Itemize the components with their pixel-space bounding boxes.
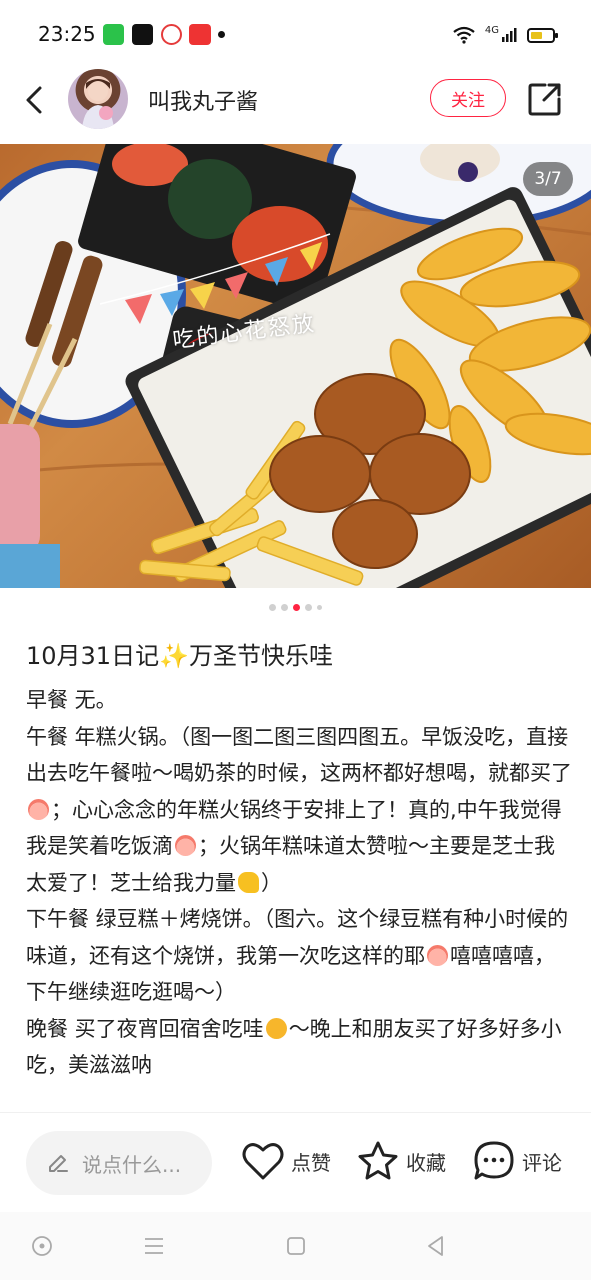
heart-icon xyxy=(242,1143,284,1180)
carousel-indicator xyxy=(0,600,591,614)
comment-bubble-icon xyxy=(474,1141,514,1180)
post-paragraph: 晚餐 买了夜宵回宿舍吃哇 ～晚上和朋友买了好多好多小吃，美滋滋呐 xyxy=(26,1011,574,1084)
share-icon[interactable] xyxy=(526,80,564,118)
wifi-icon xyxy=(453,26,475,44)
toutiao-app-icon xyxy=(189,24,211,45)
assistant-icon[interactable] xyxy=(30,1234,54,1258)
comment-button[interactable]: 评论 xyxy=(472,1140,562,1182)
pencil-icon xyxy=(49,1155,68,1172)
post-paragraph: 午餐 年糕火锅。（图一图二图三图四图五。早饭没吃，直接出去吃午餐啦～喝奶茶的时候… xyxy=(26,719,574,902)
network-type: 4G xyxy=(484,25,499,36)
paragraph-text: ） xyxy=(261,870,282,895)
paragraph-text: 早餐 无。 xyxy=(26,688,117,712)
peach-emoji-icon xyxy=(427,944,448,966)
iqiyi-app-icon xyxy=(103,24,124,45)
back-nav-icon[interactable] xyxy=(424,1234,448,1258)
carousel-dot xyxy=(317,604,322,610)
comment-label: 评论 xyxy=(522,1150,562,1175)
status-bar: 23:25 4G xyxy=(0,0,591,70)
post-header: 叫我丸子酱 关注 xyxy=(0,64,591,140)
muscle-emoji-icon xyxy=(238,871,259,893)
peach-emoji-icon xyxy=(28,798,49,820)
avatar[interactable] xyxy=(68,69,128,129)
comment-placeholder: 说点什么... xyxy=(82,1152,182,1177)
notification-dot xyxy=(218,31,225,38)
page-counter: 3/7 xyxy=(523,162,573,196)
battery-icon xyxy=(527,27,558,43)
signal-icon xyxy=(502,28,517,42)
like-button[interactable]: 点赞 xyxy=(241,1140,331,1182)
post-paragraph: 下午餐 绿豆糕＋烤烧饼。（图六。这个绿豆糕有种小时候的味道，还有这个烧饼，我第一… xyxy=(26,901,574,1011)
paragraph-text: 午餐 年糕火锅。（图一图二图三图四图五。早饭没吃，直接出去吃午餐啦～喝奶茶的时候… xyxy=(26,724,572,786)
status-indicators: 4G xyxy=(453,24,558,46)
status-time: 23:25 xyxy=(38,22,96,46)
favorite-label: 收藏 xyxy=(406,1150,446,1175)
carousel-dot-active xyxy=(293,603,300,611)
post-photo[interactable]: 吃的心花怒放 3/7 xyxy=(0,144,591,588)
home-icon[interactable] xyxy=(284,1234,308,1258)
paragraph-text: 晚餐 买了夜宵回宿舍吃哇 xyxy=(26,1016,264,1041)
like-label: 点赞 xyxy=(291,1150,331,1175)
carousel-dot xyxy=(269,603,276,611)
post-paragraph: 早餐 无。 xyxy=(26,682,574,719)
peach-emoji-icon xyxy=(175,835,196,856)
post-title: 10月31日记✨万圣节快乐哇 xyxy=(26,642,333,670)
sunglasses-emoji-icon xyxy=(265,1017,287,1039)
menu-icon[interactable] xyxy=(142,1234,166,1258)
food-photo-illustration xyxy=(0,144,591,588)
soul-app-icon xyxy=(132,24,153,45)
carousel-dot xyxy=(305,603,312,611)
comment-input[interactable]: 说点什么... xyxy=(26,1131,212,1195)
username[interactable]: 叫我丸子酱 xyxy=(148,84,258,116)
star-icon xyxy=(358,1141,398,1180)
carousel-dot xyxy=(281,603,288,611)
favorite-button[interactable]: 收藏 xyxy=(356,1140,446,1182)
post-body: 早餐 无。 午餐 年糕火锅。（图一图二图三图四图五。早饭没吃，直接出去吃午餐啦～… xyxy=(26,682,574,1084)
video-app-icon xyxy=(161,24,182,45)
back-icon[interactable] xyxy=(18,82,54,118)
follow-button[interactable]: 关注 xyxy=(430,79,506,117)
system-nav-bar xyxy=(0,1212,591,1280)
bottom-action-bar: 说点什么... 点赞 收藏 评论 xyxy=(0,1112,591,1212)
